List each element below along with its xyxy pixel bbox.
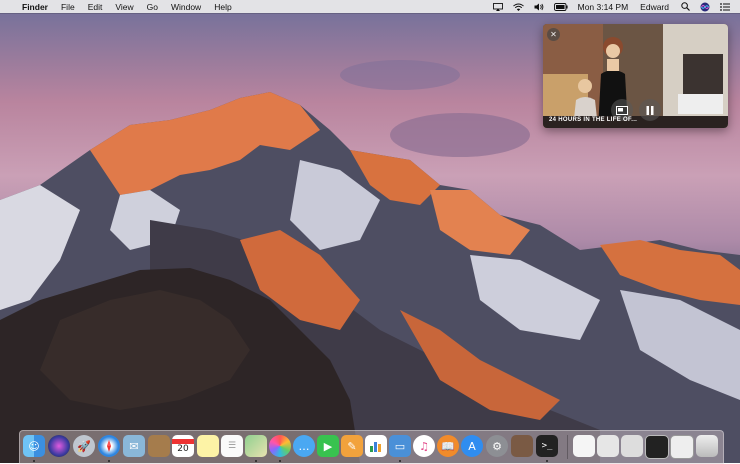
menu-edit[interactable]: Edit	[88, 2, 103, 12]
trash-icon[interactable]	[696, 435, 718, 457]
photos-icon[interactable]	[269, 435, 291, 457]
clock[interactable]: Mon 3:14 PM	[578, 2, 629, 12]
running-indicator	[108, 460, 110, 462]
menu-help[interactable]: Help	[214, 2, 231, 12]
documents-stack-icon[interactable]	[573, 435, 595, 457]
menu-file[interactable]: File	[61, 2, 75, 12]
screenshot-1-icon[interactable]	[621, 435, 643, 457]
safari-icon[interactable]	[98, 435, 120, 457]
mail-icon[interactable]: ✉	[123, 435, 145, 457]
user-name[interactable]: Edward	[640, 2, 669, 12]
launchpad-icon[interactable]: 🚀	[73, 435, 95, 457]
video-frame	[543, 24, 728, 128]
ibooks-icon[interactable]: 📖	[437, 435, 459, 457]
numbers-icon[interactable]	[365, 435, 387, 457]
messages-icon[interactable]: …	[293, 435, 315, 457]
siri-icon[interactable]	[700, 2, 710, 12]
notification-center-icon[interactable]	[720, 2, 730, 11]
terminal-icon[interactable]: >_	[536, 435, 558, 457]
books-folder-icon[interactable]	[511, 435, 533, 457]
running-indicator	[399, 460, 401, 462]
wifi-icon[interactable]	[512, 3, 524, 11]
notes-book-icon[interactable]	[148, 435, 170, 457]
volume-icon[interactable]	[534, 3, 544, 11]
search-icon[interactable]	[681, 2, 690, 11]
pip-return-icon	[616, 105, 628, 115]
calendar-icon[interactable]: 20	[172, 435, 194, 457]
running-indicator	[255, 460, 257, 462]
pip-pause-button[interactable]	[639, 99, 661, 121]
menu-window[interactable]: Window	[171, 2, 201, 12]
menu-view[interactable]: View	[115, 2, 133, 12]
maps-icon[interactable]	[245, 435, 267, 457]
keynote-icon[interactable]: ▭	[389, 435, 411, 457]
video-caption: 24 HOURS IN THE LIFE OF...	[549, 117, 638, 123]
running-indicator	[279, 460, 281, 462]
menu-go[interactable]: Go	[147, 2, 158, 12]
pages-icon[interactable]: ✎	[341, 435, 363, 457]
screenshot-2-icon[interactable]	[645, 435, 669, 459]
downloads-stack-icon[interactable]	[597, 435, 619, 457]
siri-dock-icon[interactable]	[48, 435, 70, 457]
screenshot-3-icon[interactable]	[670, 435, 694, 459]
dock: ☺ 🚀 ✉ 20 ☰ … ▶ ✎ ▭ ♫ 📖 A ⚙ >_	[19, 430, 724, 464]
system-preferences-icon[interactable]: ⚙	[486, 435, 508, 457]
pause-icon	[646, 105, 654, 115]
facetime-icon[interactable]: ▶	[317, 435, 339, 457]
battery-icon[interactable]	[553, 2, 568, 11]
app-menu-finder[interactable]: Finder	[22, 2, 48, 12]
finder-icon[interactable]: ☺	[23, 435, 45, 457]
app-store-icon[interactable]: A	[461, 435, 483, 457]
running-indicator	[33, 460, 35, 462]
dock-separator	[567, 435, 568, 459]
notes-icon[interactable]	[197, 435, 219, 457]
picture-in-picture-window[interactable]: ✕ 24 HOURS IN THE LIFE OF...	[543, 24, 728, 128]
calendar-day: 20	[177, 443, 189, 454]
airplay-icon[interactable]	[492, 2, 503, 11]
pip-close-button[interactable]: ✕	[547, 28, 560, 41]
running-indicator	[546, 460, 548, 462]
itunes-icon[interactable]: ♫	[413, 435, 435, 457]
reminders-icon[interactable]: ☰	[221, 435, 243, 457]
menu-bar: Finder File Edit View Go Window Help Mon…	[0, 0, 740, 13]
